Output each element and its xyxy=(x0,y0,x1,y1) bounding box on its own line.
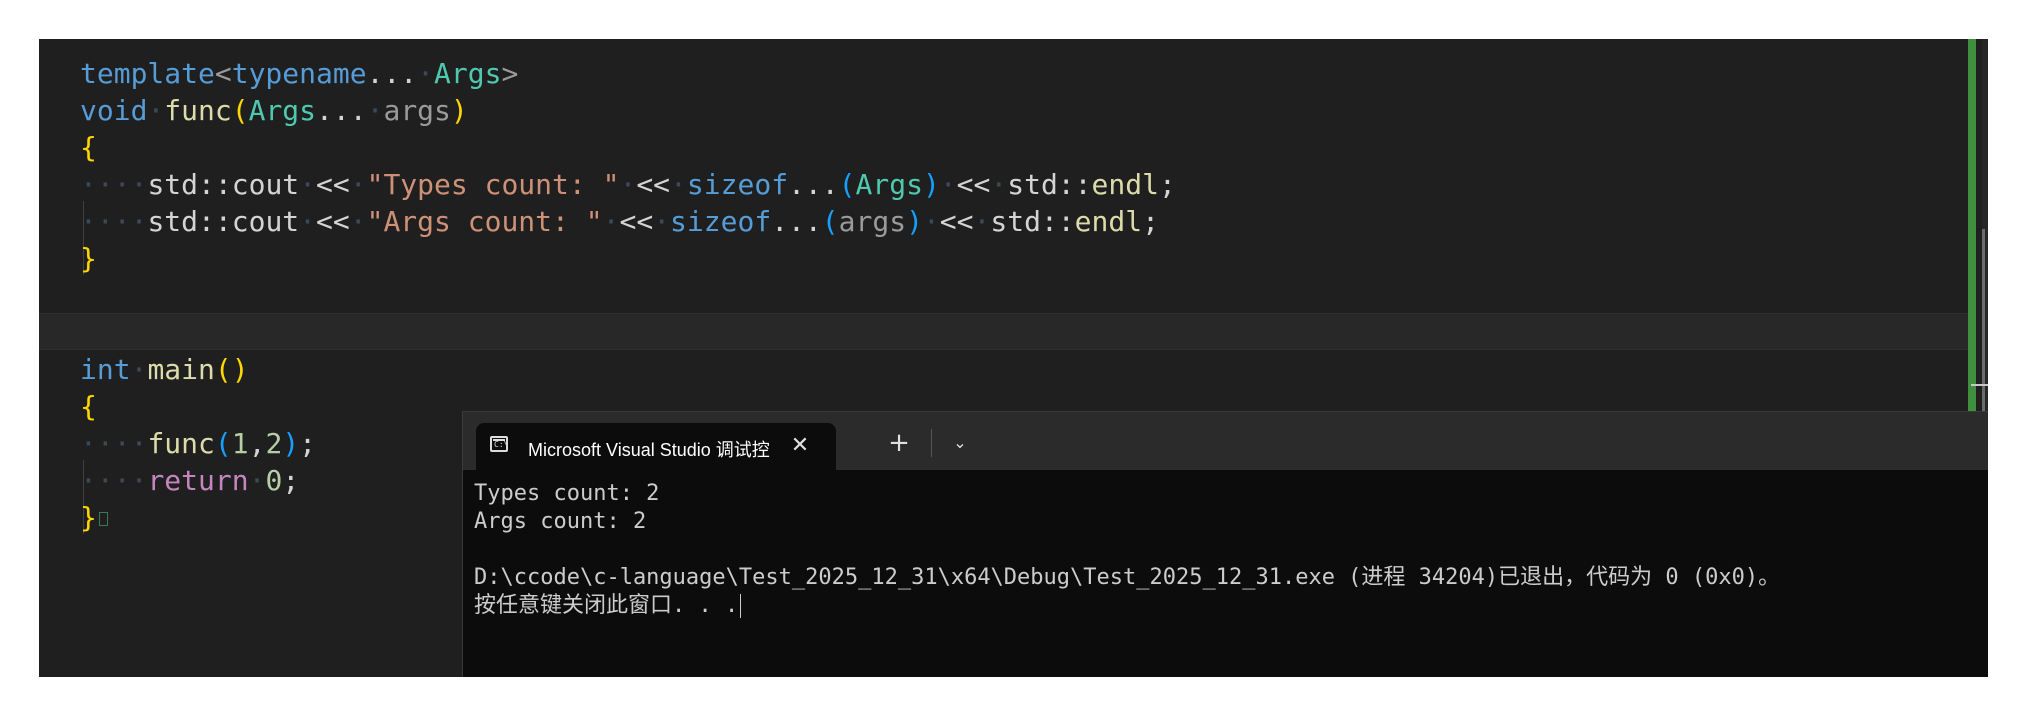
console-tab-title: Microsoft Visual Studio 调试控 xyxy=(528,440,770,460)
close-icon[interactable]: ✕ xyxy=(788,433,812,457)
code-line-5: ····std::cout·<<·"Args count: "·<<·sizeo… xyxy=(80,205,1159,238)
console-output[interactable]: Types count: 2 Args count: 2 D:\ccode\c-… xyxy=(474,480,1974,620)
number-literal: 0 xyxy=(265,464,283,497)
chevron-down-icon[interactable]: ⌄ xyxy=(946,429,974,457)
function-name-main: main xyxy=(147,353,215,386)
semicolon: ; xyxy=(1158,168,1176,201)
change-indicator-bar xyxy=(1968,39,1976,414)
type-args: Args xyxy=(855,168,923,201)
keyword-return: return xyxy=(147,464,249,497)
console-line: Args count: 2 xyxy=(474,509,647,534)
console-line: D:\ccode\c-language\Test_2025_12_31\x64\… xyxy=(474,565,1781,590)
operator-shift: << xyxy=(939,205,974,238)
operator-shift: << xyxy=(619,205,654,238)
namespace-std: std:: xyxy=(990,205,1075,238)
keyword-typename: typename xyxy=(231,57,367,90)
brace-open: { xyxy=(80,131,97,164)
semicolon: ; xyxy=(1142,205,1159,238)
identifier-std-cout: std::cout xyxy=(147,168,300,201)
paren-close: ) xyxy=(282,427,300,460)
operator-shift: << xyxy=(316,168,350,201)
parameter-args: args xyxy=(383,94,451,127)
code-line-1: template<typename...·Args> xyxy=(80,57,519,90)
keyword-int: int xyxy=(80,353,131,386)
string-literal: "Types count: " xyxy=(366,168,620,201)
comma: , xyxy=(248,427,266,460)
number-literal: 1 xyxy=(231,427,249,460)
parens: () xyxy=(214,353,249,386)
scrollbar-position-marker xyxy=(1971,384,1988,386)
current-line-highlight xyxy=(39,313,1969,350)
string-literal: "Args count: " xyxy=(366,205,603,238)
code-line-11: ····func(1,2); xyxy=(80,427,317,460)
function-call-func: func xyxy=(147,427,215,460)
brace-close: } xyxy=(80,501,97,534)
console-tab[interactable]: C:\ Microsoft Visual Studio 调试控 ✕ xyxy=(476,423,836,470)
code-line-9: int·main() xyxy=(80,353,249,386)
ellipsis: ... xyxy=(788,168,839,201)
semicolon: ; xyxy=(299,427,317,460)
new-tab-button[interactable]: + xyxy=(885,429,913,457)
ellipsis: ... xyxy=(771,205,822,238)
keyword-template: template xyxy=(80,57,215,90)
code-line-13: } xyxy=(80,499,108,536)
paren-close: ) xyxy=(906,205,923,238)
angle-close: > xyxy=(501,57,519,90)
keyword-sizeof: sizeof xyxy=(686,168,789,201)
semicolon: ; xyxy=(282,464,300,497)
code-line-12: ····return·0; xyxy=(80,464,300,497)
number-literal: 2 xyxy=(265,427,283,460)
console-icon: C:\ xyxy=(490,436,508,452)
paren-close: ) xyxy=(922,168,940,201)
paren-open: ( xyxy=(821,205,839,238)
namespace-std: std:: xyxy=(1007,168,1092,201)
angle-open: < xyxy=(214,57,232,90)
brace-close: } xyxy=(80,242,97,275)
keyword-void: void xyxy=(80,94,148,127)
code-line-4: ····std::cout·<<·"Types count: "·<<·size… xyxy=(80,168,1176,201)
brace-open: { xyxy=(80,390,97,423)
console-window[interactable]: C:\ Microsoft Visual Studio 调试控 ✕ + ⌄ Ty… xyxy=(462,411,1988,677)
identifier-endl: endl xyxy=(1074,205,1143,238)
parameter-args: args xyxy=(838,205,907,238)
paren-open: ( xyxy=(214,427,232,460)
identifier-std-cout: std::cout xyxy=(147,205,300,238)
console-tab-bar: C:\ Microsoft Visual Studio 调试控 ✕ + ⌄ xyxy=(463,412,1988,470)
type-args: Args xyxy=(248,94,317,127)
ellipsis: ... xyxy=(366,57,418,90)
type-args: Args xyxy=(434,57,502,90)
keyword-sizeof: sizeof xyxy=(670,205,772,238)
code-lens-marker xyxy=(98,512,108,526)
code-line-3: { xyxy=(80,129,97,166)
tab-divider xyxy=(931,429,932,457)
operator-shift: << xyxy=(956,168,991,201)
paren-open: ( xyxy=(838,168,856,201)
paren-close: ) xyxy=(450,94,468,127)
operator-shift: << xyxy=(636,168,671,201)
screenshot-frame: template<typename...·Args> void·func(Arg… xyxy=(39,39,1988,677)
code-line-2: void·func(Args...·args) xyxy=(80,94,468,127)
console-line: Types count: 2 xyxy=(474,481,660,506)
text-cursor xyxy=(740,594,742,618)
operator-shift: << xyxy=(316,205,350,238)
code-line-6: } xyxy=(80,240,97,277)
console-line-prompt: 按任意键关闭此窗口. . . xyxy=(474,592,1974,620)
scrollbar-thumb[interactable] xyxy=(1982,229,1985,419)
ellipsis: ... xyxy=(316,94,367,127)
function-name-func: func xyxy=(164,94,232,127)
console-prompt-text: 按任意键关闭此窗口. . . xyxy=(474,593,739,618)
code-line-10: { xyxy=(80,388,97,425)
paren-open: ( xyxy=(231,94,249,127)
identifier-endl: endl xyxy=(1091,168,1159,201)
